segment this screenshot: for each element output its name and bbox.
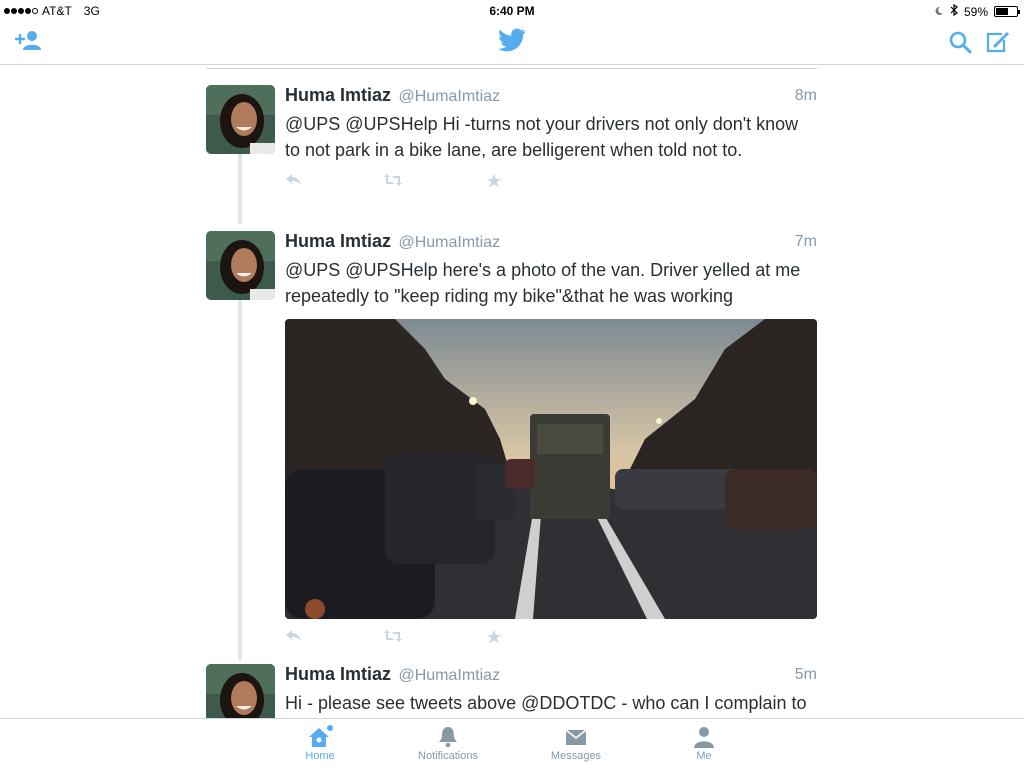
tweet-content: Huma Imtiaz @HumaImtiaz 5m Hi - please s… [285,664,817,718]
timeline[interactable]: Huma Imtiaz @HumaImtiaz 8m @UPS @UPSHelp… [0,66,1024,718]
twitter-bird-icon [497,26,527,59]
favorite-star-icon[interactable] [486,629,502,650]
conversation-thread-line [238,154,242,224]
tweet-content: Huma Imtiaz @HumaImtiaz 7m @UPS @UPSHelp… [285,231,817,655]
battery-percent: 59% [963,4,988,19]
tab-home[interactable]: Home [270,725,370,762]
status-indicators: 59% [934,3,1020,19]
avatar[interactable] [206,231,275,300]
author-handle[interactable]: @HumaImtiaz [398,667,500,684]
avatar[interactable] [206,85,275,154]
tweet-text: Hi - please see tweets above @DDOTDC - w… [285,693,807,713]
tweet-photo[interactable] [285,319,817,619]
favorite-star-icon[interactable] [486,173,502,194]
avatar[interactable] [206,664,275,718]
author-name[interactable]: Huma Imtiaz [285,85,391,105]
tweet-header: Huma Imtiaz @HumaImtiaz 8m [285,85,817,111]
tab-me[interactable]: Me [654,725,754,762]
tweet-timestamp: 7m [794,233,817,250]
tweet-timestamp: 5m [794,666,817,683]
bottom-tab-bar: Home Notifications Messages Me [0,718,1024,768]
status-bar: AT&T 3G 6:40 PM 59% [0,0,1024,22]
tab-label: Messages [550,750,602,762]
compose-icon[interactable] [985,30,1011,59]
tab-notifications[interactable]: Notifications [398,725,498,762]
tab-label: Notifications [418,750,478,762]
retweet-icon[interactable] [383,173,403,192]
envelope-icon [526,725,626,749]
tweet-header: Huma Imtiaz @HumaImtiaz 7m [285,231,817,257]
reply-icon[interactable] [285,629,303,648]
tweet-timestamp: 8m [794,87,817,104]
tab-label: Me [696,750,712,762]
moon-icon [934,5,944,19]
person-icon [654,725,754,749]
add-user-icon[interactable] [14,30,42,57]
conversation-thread-line [238,300,242,660]
tweet-actions [285,169,817,199]
search-icon[interactable] [948,30,972,59]
reply-icon[interactable] [285,173,303,192]
battery-icon [994,6,1020,17]
bell-icon [398,725,498,749]
tweet-header: Huma Imtiaz @HumaImtiaz 5m [285,664,817,690]
author-handle[interactable]: @HumaImtiaz [398,234,500,251]
tweet-text: @UPS @UPSHelp Hi -turns not your drivers… [285,114,799,160]
tweet-content: Huma Imtiaz @HumaImtiaz 8m @UPS @UPSHelp… [285,85,817,199]
tab-label: Home [305,750,335,762]
clock: 6:40 PM [489,4,535,18]
retweet-icon[interactable] [383,629,403,648]
author-name[interactable]: Huma Imtiaz [285,664,391,684]
bluetooth-icon [950,3,958,19]
top-nav-bar [0,22,1024,65]
tweet-text: @UPS @UPSHelp here's a photo of the van.… [285,260,801,306]
tab-messages[interactable]: Messages [526,725,626,762]
author-handle[interactable]: @HumaImtiaz [398,88,500,105]
author-name[interactable]: Huma Imtiaz [285,231,391,251]
divider [206,68,817,69]
tweet-actions [285,625,817,655]
home-icon [270,725,370,749]
